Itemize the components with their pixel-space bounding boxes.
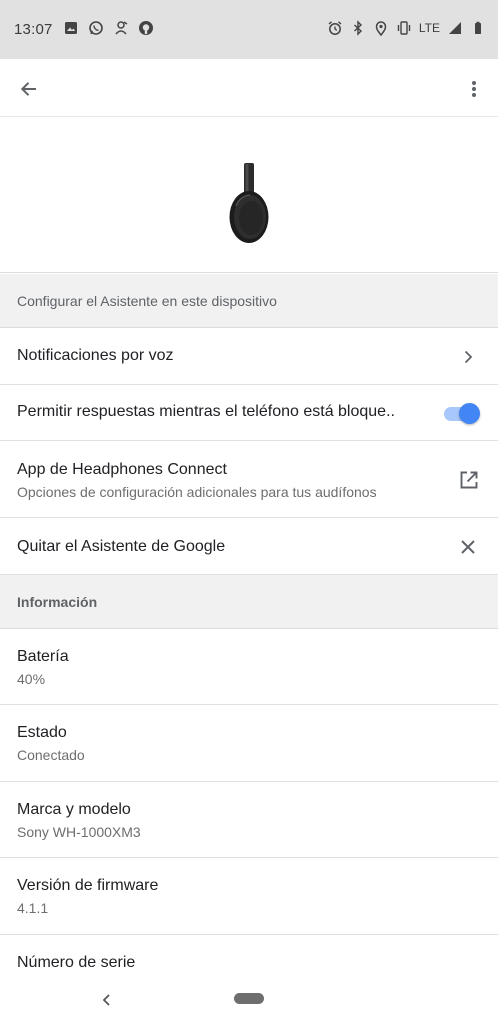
github-icon [139, 21, 153, 35]
info-section-header: Información [0, 575, 498, 629]
remove-assistant-row[interactable]: Quitar el Asistente de Google [0, 518, 498, 575]
battery-value: 40% [17, 671, 46, 687]
alarm-icon [328, 21, 342, 35]
assistant-section-title: Configurar el Asistente en este disposit… [17, 293, 277, 309]
bluetooth-icon [353, 20, 362, 36]
sync-icon [115, 21, 128, 35]
signal-icon [449, 22, 461, 34]
headphones-connect-label: App de Headphones Connect [17, 461, 227, 478]
nav-home-pill[interactable] [234, 993, 264, 1004]
app-bar [0, 59, 498, 117]
status-label: Estado [17, 724, 67, 741]
whatsapp-icon [89, 21, 103, 35]
open-external-icon [460, 471, 478, 489]
nav-back-icon [102, 994, 110, 1006]
back-button[interactable] [14, 74, 44, 104]
vibrate-icon [397, 21, 411, 35]
info-firmware-row: Versión de firmware 4.1.1 [0, 858, 498, 935]
status-bar: 13:07 LTE [0, 0, 498, 59]
remove-assistant-label: Quitar el Asistente de Google [17, 538, 226, 555]
locked-responses-label: Permitir respuestas mientras el teléfono… [17, 403, 395, 420]
voice-notifications-label: Notificaciones por voz [17, 347, 174, 364]
more-options-button[interactable] [462, 74, 486, 104]
info-status-row: Estado Conectado [0, 705, 498, 782]
battery-label: Batería [17, 648, 69, 665]
serial-label: Número de serie [17, 954, 136, 971]
info-model-row: Marca y modelo Sony WH-1000XM3 [0, 782, 498, 858]
headphones-connect-row[interactable]: App de Headphones Connect Opciones de co… [0, 441, 498, 518]
assistant-section-header: Configurar el Asistente en este disposit… [0, 274, 498, 328]
status-time: 13:07 [14, 21, 53, 38]
info-serial-row: Número de serie [0, 935, 498, 976]
headphones-connect-subtitle: Opciones de configuración adicionales pa… [17, 484, 377, 500]
arrow-back-icon [20, 82, 36, 96]
firmware-value: 4.1.1 [17, 900, 49, 916]
more-vert-icon [472, 81, 476, 97]
battery-icon [475, 21, 481, 34]
location-icon [375, 21, 387, 36]
nav-back-button[interactable] [98, 990, 116, 1010]
info-battery-row: Batería 40% [0, 629, 498, 705]
locked-responses-row[interactable]: Permitir respuestas mientras el teléfono… [0, 385, 498, 441]
close-icon [461, 540, 475, 554]
info-section-title: Información [17, 594, 98, 610]
headphones-image [229, 163, 269, 243]
toggle-thumb [459, 403, 480, 424]
firmware-label: Versión de firmware [17, 877, 159, 894]
chevron-right-icon [464, 350, 473, 364]
status-value: Conectado [17, 747, 85, 763]
model-label: Marca y modelo [17, 801, 131, 818]
network-type: LTE [418, 21, 440, 35]
device-image-area [0, 118, 498, 273]
locked-responses-toggle[interactable] [444, 402, 480, 424]
voice-notifications-row[interactable]: Notificaciones por voz [0, 329, 498, 385]
image-icon [65, 22, 77, 34]
system-nav-bar [0, 976, 498, 1024]
model-value: Sony WH-1000XM3 [17, 824, 141, 840]
